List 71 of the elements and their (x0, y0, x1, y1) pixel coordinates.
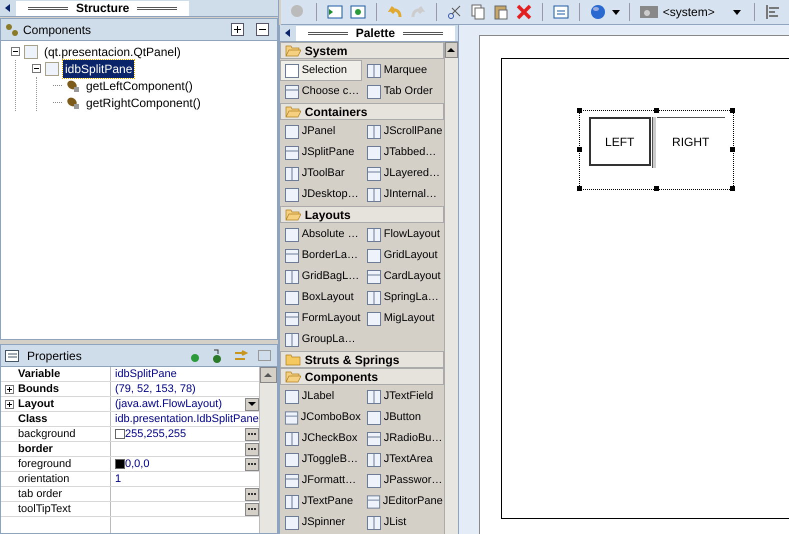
palette-item[interactable]: JToggleB… (280, 449, 362, 470)
palette-category[interactable]: Struts & Springs (280, 351, 444, 368)
tree-item[interactable]: idbSplitPane (63, 60, 134, 78)
property-name: Class (18, 412, 48, 427)
property-value[interactable]: 0,0,0 (125, 456, 245, 472)
property-name: Variable (18, 366, 60, 382)
panel-label: Properties (27, 348, 83, 364)
property-name: toolTipText (18, 502, 71, 517)
palette-item[interactable]: FlowLayout (362, 224, 444, 245)
palette-item[interactable]: JInternal… (362, 184, 444, 205)
palette-category[interactable]: System (280, 42, 444, 59)
palette-item[interactable]: JTabbed… (362, 142, 444, 163)
split-pane[interactable]: LEFT RIGHT (578, 110, 734, 190)
palette-item[interactable]: JPasswor… (362, 470, 444, 491)
property-name: foreground (18, 456, 72, 472)
panel-label: Components (23, 22, 92, 38)
look-and-feel-dropdown[interactable]: <system> (638, 3, 745, 21)
palette-item[interactable]: MigLayout (362, 308, 444, 329)
palette-item[interactable]: JCheckBox (280, 428, 362, 449)
palette-item[interactable]: Marquee (362, 60, 444, 81)
palette-item[interactable]: JList (362, 512, 444, 533)
palette-item[interactable]: GroupLa… (280, 329, 362, 350)
right-panel[interactable]: RIGHT (656, 117, 725, 166)
property-value[interactable]: (79, 52, 153, 78) (115, 380, 259, 398)
property-name: Layout (18, 396, 54, 412)
palette-item[interactable]: Choose c… (280, 81, 362, 102)
palette-item[interactable]: JTextArea (362, 449, 444, 470)
palette-item[interactable]: JSpinner (280, 512, 362, 533)
property-name: orientation (18, 472, 70, 487)
palette-item[interactable]: JButton (362, 407, 444, 428)
panel-title: Palette (356, 25, 396, 42)
palette-item[interactable]: BoxLayout (280, 287, 362, 308)
palette-item[interactable]: JRadioBu… (362, 428, 444, 449)
property-name: tab order (18, 486, 62, 502)
palette-item[interactable]: JDesktop… (280, 184, 362, 205)
palette-category[interactable]: Components (280, 368, 444, 385)
property-name: Bounds (18, 382, 59, 397)
palette-item[interactable]: JSplitPane (280, 142, 362, 163)
palette-item[interactable]: Absolute … (280, 224, 362, 245)
tree-item[interactable]: (qt.presentacion.QtPanel) (42, 42, 183, 60)
palette-item[interactable]: Selection (280, 60, 362, 81)
property-value[interactable]: (java.awt.FlowLayout) (115, 396, 245, 412)
palette-item[interactable]: Tab Order (362, 81, 444, 102)
palette-item[interactable]: SpringLa… (362, 287, 444, 308)
palette-item[interactable]: JComboBox (280, 407, 362, 428)
palette-category[interactable]: Layouts (280, 206, 444, 223)
palette-item[interactable]: JFormatt… (280, 470, 362, 491)
palette-item[interactable]: JToolBar (280, 163, 362, 184)
palette-item[interactable]: JTextField (362, 386, 444, 407)
palette-item[interactable]: JPanel (280, 121, 362, 142)
palette-item[interactable]: FormLayout (280, 308, 362, 329)
property-name: border (18, 442, 53, 457)
palette-item[interactable]: CardLayout (362, 266, 444, 287)
panel-title: Structure (76, 0, 130, 17)
palette-item[interactable]: GridLayout (362, 245, 444, 266)
tree-item[interactable]: getRightComponent() (84, 94, 203, 112)
palette-item[interactable]: GridBagL… (280, 266, 362, 287)
property-value[interactable]: 255,255,255 (125, 426, 245, 442)
palette-item[interactable]: JScrollPane (362, 121, 444, 142)
tree-item[interactable]: getLeftComponent() (84, 76, 195, 94)
palette-item[interactable]: BorderLa… (280, 245, 362, 266)
palette-item[interactable]: JEditorPane (362, 491, 444, 512)
palette-item[interactable]: JTextPane (280, 491, 362, 512)
palette-category[interactable]: Containers (280, 103, 444, 120)
property-value[interactable]: idb.presentation.IdbSplitPane (115, 410, 259, 428)
property-value[interactable]: 1 (115, 470, 259, 488)
property-name: background (18, 426, 76, 442)
left-panel[interactable]: LEFT (588, 117, 651, 166)
palette-item[interactable]: JLayered… (362, 163, 444, 184)
palette-item[interactable]: JLabel (280, 386, 362, 407)
property-value[interactable]: idbSplitPane (115, 366, 259, 382)
